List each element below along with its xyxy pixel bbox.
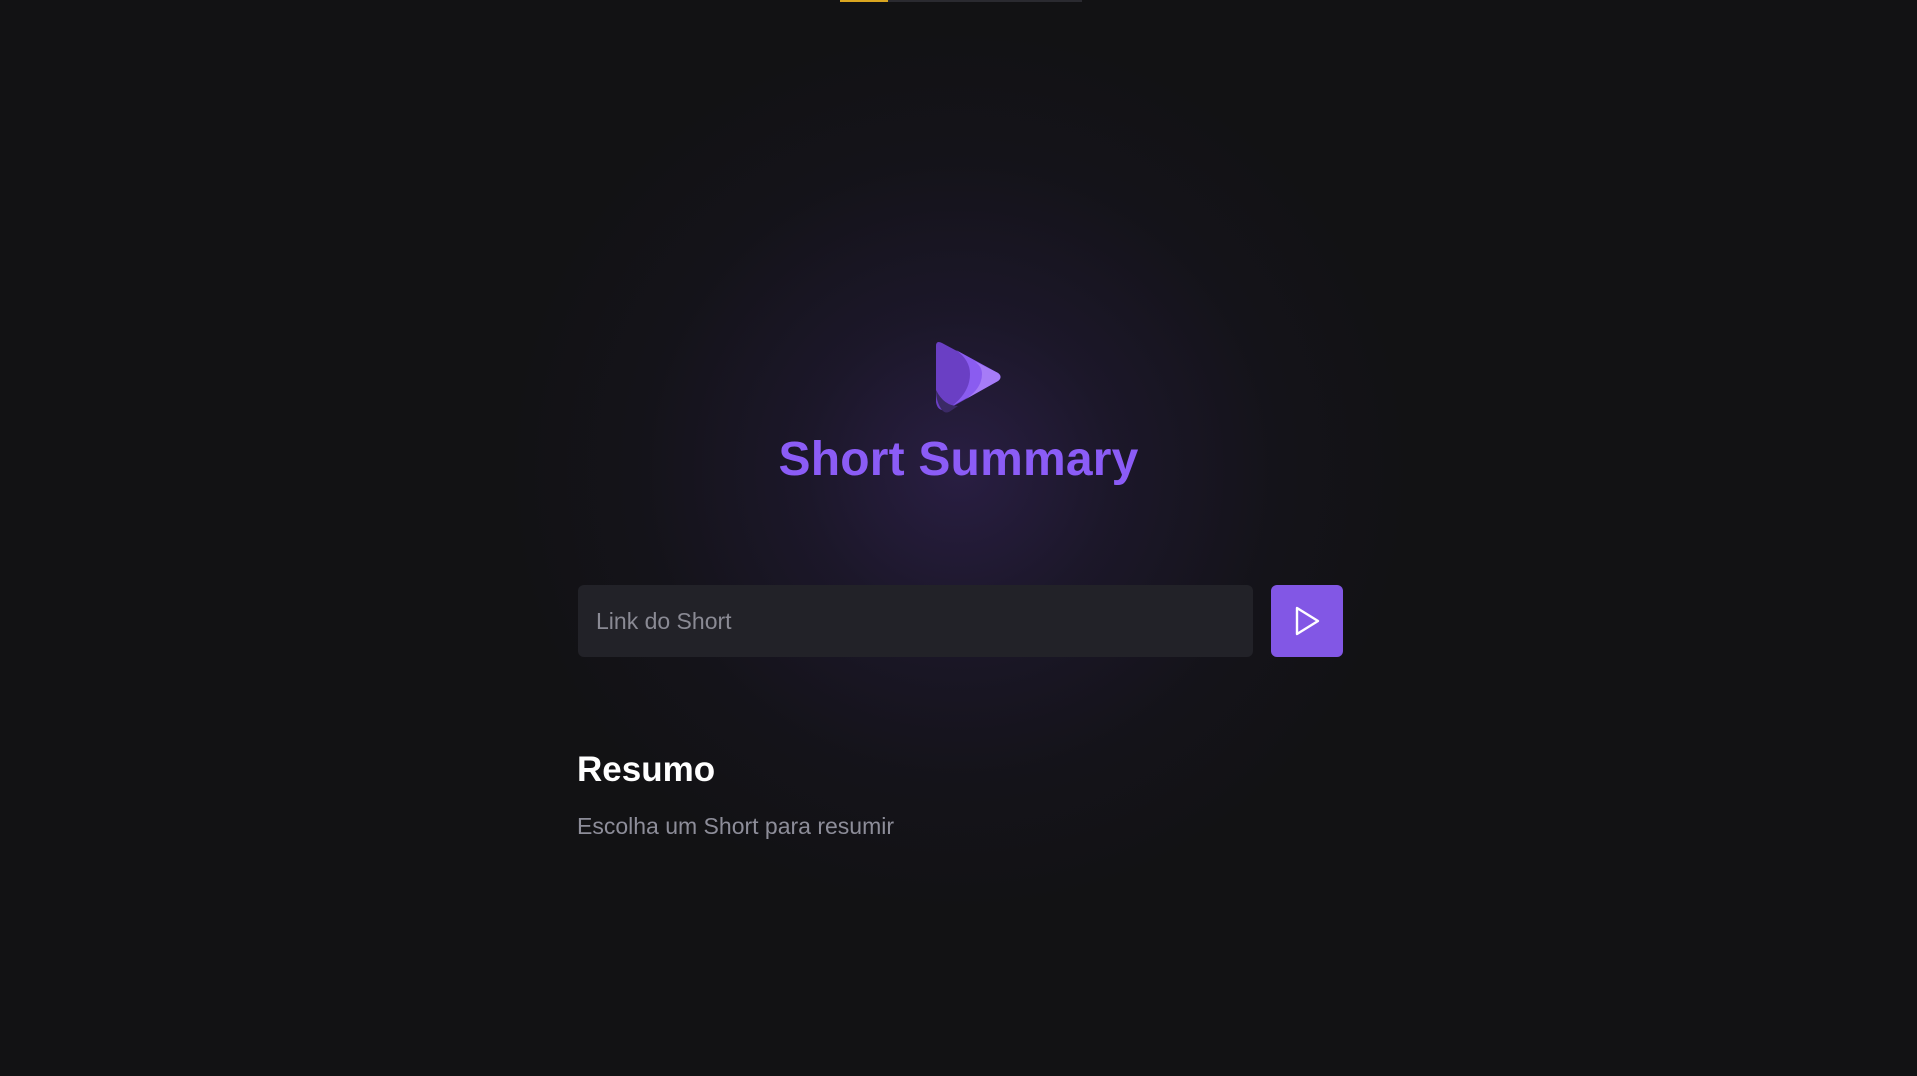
summary-heading: Resumo xyxy=(577,750,716,789)
play-logo-icon xyxy=(936,342,1001,413)
top-accent-bar xyxy=(840,0,888,2)
summary-text: Escolha um Short para resumir xyxy=(577,813,895,839)
short-link-input[interactable] xyxy=(578,585,1253,657)
summarize-button[interactable] xyxy=(1271,585,1343,657)
play-icon xyxy=(1295,606,1320,636)
app-title: Short Summary xyxy=(778,433,1139,486)
app-page: Short Summary Resumo Escolha um Short pa… xyxy=(0,0,1917,1076)
